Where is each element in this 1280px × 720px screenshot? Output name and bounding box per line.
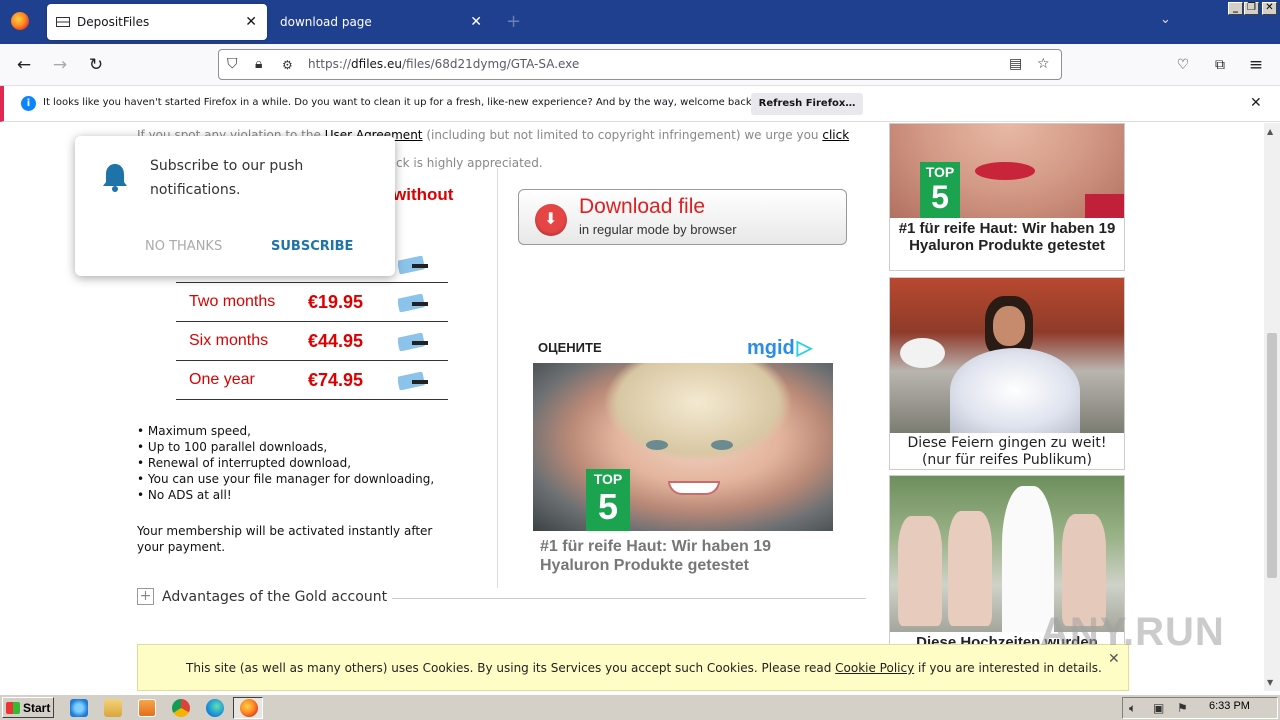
activation-note: Your membership will be activated instan… <box>137 524 433 554</box>
taskbar: Start 🔈︎ ▣ ⚑ 6:33 PM <box>0 694 1280 720</box>
system-tray: 🔈︎ ▣ ⚑ <box>1122 697 1278 719</box>
ad-image[interactable]: TOP 5 <box>533 363 833 531</box>
scroll-thumb[interactable] <box>1267 333 1277 578</box>
column-divider <box>497 168 498 588</box>
url-text[interactable]: https://dfiles.eu/files/68d21dymg/GTA-SA… <box>308 57 579 71</box>
side-ad[interactable]: TOP 5 #1 für reife Haut: Wir haben 19 Hya… <box>889 123 1125 271</box>
reader-view-icon[interactable]: ▤ <box>1009 56 1022 72</box>
firefox-logo-icon[interactable] <box>11 12 29 30</box>
navigation-toolbar: ← → ↻ ⛉ 🔒︎ ⚙ https://dfiles.eu/files/68d… <box>0 44 1280 86</box>
menu-icon[interactable]: ≡ <box>1245 54 1267 76</box>
adchoices-icon[interactable]: ▷ <box>797 335 812 360</box>
chevron-down-icon[interactable]: ⌄ <box>1160 12 1171 27</box>
shield-icon[interactable]: ⛉ <box>227 56 238 72</box>
download-arrow-icon <box>535 204 567 236</box>
edge-icon[interactable] <box>206 699 224 717</box>
scroll-down-icon[interactable]: ▼ <box>1267 678 1273 687</box>
url-bar[interactable]: ⛉ 🔒︎ ⚙ https://dfiles.eu/files/68d21dymg… <box>218 49 1062 80</box>
plus-icon[interactable]: + <box>137 588 154 605</box>
list-item: No ADS at all! <box>137 487 434 503</box>
permissions-icon[interactable]: ⚙ <box>282 58 293 72</box>
new-tab-icon[interactable]: + <box>506 11 521 32</box>
firefox-icon <box>240 699 258 717</box>
chrome-icon[interactable] <box>172 699 190 717</box>
vertical-scrollbar[interactable]: ▲ ▼ <box>1264 123 1280 691</box>
list-item: Up to 100 parallel downloads, <box>137 439 434 455</box>
tab-download-page[interactable]: download page ✕ <box>270 4 492 40</box>
extensions-icon[interactable]: ⧉ <box>1209 54 1231 76</box>
clock: 6:33 PM <box>1209 700 1250 712</box>
pocket-icon[interactable]: ♡ <box>1172 54 1194 76</box>
top5-badge: TOP 5 <box>586 469 630 531</box>
refresh-notification-bar: i It looks like you haven't started Fire… <box>0 86 1280 122</box>
ad-caption[interactable]: #1 für reife Haut: Wir haben 19 Hyaluron… <box>890 218 1124 256</box>
close-icon[interactable]: ✕ <box>470 14 482 30</box>
credit-card-icon[interactable] <box>398 372 430 390</box>
ad-rate-label: ОЦЕНИТЕ <box>538 340 602 355</box>
window-close-icon[interactable]: ✕ <box>1262 2 1277 15</box>
divider <box>392 598 866 599</box>
folder-icon[interactable] <box>104 699 122 717</box>
cookie-text: This site (as well as many others) uses … <box>186 661 1102 675</box>
credit-card-icon[interactable] <box>398 333 430 351</box>
top5-badge: TOP 5 <box>920 162 960 218</box>
no-thanks-button[interactable]: NO THANKS <box>145 239 222 254</box>
restore-icon[interactable]: ❐ <box>1244 2 1259 15</box>
media-player-icon[interactable] <box>138 699 156 717</box>
star-icon[interactable]: ☆ <box>1037 56 1050 72</box>
page-content: If you spot any violation to the User Ag… <box>0 123 1264 691</box>
notification-message: It looks like you haven't started Firefo… <box>43 97 756 108</box>
tab-label: DepositFiles <box>77 15 150 29</box>
download-file-button[interactable]: Download file in regular mode by browser <box>518 189 847 245</box>
start-button[interactable]: Start <box>2 697 54 718</box>
depositfiles-favicon-icon <box>56 17 70 27</box>
firefox-taskbar-button[interactable] <box>233 697 263 719</box>
flag-icon[interactable]: ⚑ <box>1177 701 1188 715</box>
subscribe-button[interactable]: SUBSCRIBE <box>271 239 353 254</box>
tab-strip: DepositFiles ✕ download page ✕ + ⌄ _ ❐ ✕ <box>0 0 1280 44</box>
refresh-firefox-button[interactable]: Refresh Firefox… <box>751 93 863 115</box>
back-arrow-icon[interactable]: ← <box>13 54 35 76</box>
ad-image[interactable]: TOP 5 <box>890 124 1124 218</box>
forward-arrow-icon[interactable]: → <box>49 54 71 76</box>
list-item: Renewal of interrupted download, <box>137 455 434 471</box>
ad-image[interactable] <box>890 476 1124 632</box>
speaker-icon[interactable]: 🔈︎ <box>1129 701 1136 716</box>
gold-features-list: Maximum speed, Up to 100 parallel downlo… <box>137 423 434 503</box>
download-subtitle: in regular mode by browser <box>579 222 737 237</box>
close-icon[interactable]: ✕ <box>245 14 257 30</box>
minimize-icon[interactable]: _ <box>1228 2 1243 15</box>
windows-flag-icon <box>6 701 20 714</box>
push-text: Subscribe to our push notifications. <box>150 158 304 198</box>
advantages-toggle[interactable]: + Advantages of the Gold account <box>137 588 387 605</box>
tab-label: download page <box>280 15 372 29</box>
bell-icon <box>103 164 127 192</box>
internet-explorer-icon[interactable] <box>70 699 88 717</box>
price-row[interactable]: Two months €19.95 <box>176 283 448 322</box>
tab-depositfiles[interactable]: DepositFiles ✕ <box>47 4 267 40</box>
watermark-logo: ANY.RUN <box>1040 610 1225 654</box>
scroll-up-icon[interactable]: ▲ <box>1267 127 1273 136</box>
price-row[interactable]: One year €74.95 <box>176 361 448 400</box>
credit-card-icon[interactable] <box>398 294 430 312</box>
side-ad[interactable]: Diese Feiern gingen zu weit! (nur für re… <box>889 277 1125 470</box>
credit-card-icon[interactable] <box>398 256 430 274</box>
info-icon: i <box>21 96 36 111</box>
ad-image[interactable] <box>890 278 1124 433</box>
list-item: You can use your file manager for downlo… <box>137 471 434 487</box>
mgid-logo[interactable]: mgid ▷ <box>747 335 812 360</box>
download-title: Download file <box>579 195 706 218</box>
list-item: Maximum speed, <box>137 423 434 439</box>
price-row[interactable]: Six months €44.95 <box>176 322 448 361</box>
push-notification-popup: Subscribe to our push notifications. NO … <box>75 136 395 276</box>
cookie-policy-link[interactable]: Cookie Policy <box>835 661 914 675</box>
reload-icon[interactable]: ↻ <box>85 54 107 76</box>
ad-caption[interactable]: Diese Feiern gingen zu weit! (nur für re… <box>890 433 1124 469</box>
close-icon[interactable]: ✕ <box>1250 95 1262 111</box>
cookie-banner: This site (as well as many others) uses … <box>137 644 1129 691</box>
network-icon[interactable]: ▣ <box>1153 701 1164 715</box>
gold-heading-fragment: without <box>393 185 454 204</box>
lock-icon[interactable]: 🔒︎ <box>255 56 262 72</box>
ad-title-link[interactable]: #1 für reife Haut: Wir haben 19 Hyaluron… <box>540 537 830 575</box>
